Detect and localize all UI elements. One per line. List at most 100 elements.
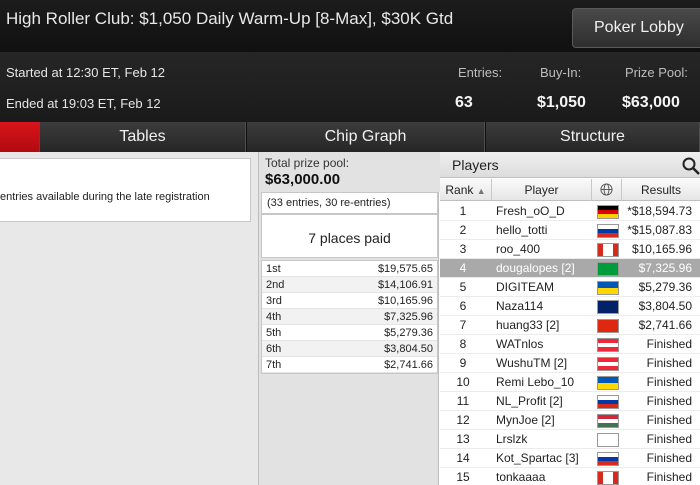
player-row[interactable]: 9 WushuTM [2] Finished (440, 354, 700, 373)
country-flag-icon (597, 395, 619, 409)
country-flag-icon (597, 471, 619, 485)
country-flag-icon (597, 319, 619, 333)
player-row[interactable]: 10 Remi Lebo_10 Finished (440, 373, 700, 392)
search-icon[interactable] (681, 156, 700, 176)
payout-amount: $19,575.65 (377, 263, 433, 275)
player-rank: 14 (456, 451, 470, 465)
player-result: Finished (646, 451, 692, 465)
prize-pool-header: Total prize pool: $63,000.00 (259, 152, 440, 192)
player-row[interactable]: 4 dougalopes [2] $7,325.96 (440, 259, 700, 278)
player-name: Fresh_oO_D (496, 204, 565, 218)
player-row[interactable]: 13 Lrslzk Finished (440, 430, 700, 449)
player-result: $7,325.96 (638, 261, 692, 275)
player-result: *$15,087.83 (627, 223, 692, 237)
prizepool-value: $63,000 (622, 94, 680, 111)
prize-pool-label: Total prize pool: (265, 156, 350, 170)
player-result: $3,804.50 (638, 299, 692, 313)
player-result: *$18,594.73 (627, 204, 692, 218)
player-result: $5,279.36 (638, 280, 692, 294)
prize-pool-pane: Total prize pool: $63,000.00 (33 entries… (258, 152, 440, 485)
player-name: NL_Profit [2] (496, 394, 563, 408)
player-row[interactable]: 3 roo_400 $10,165.96 (440, 240, 700, 259)
player-row[interactable]: 2 hello_totti *$15,087.83 (440, 221, 700, 240)
payout-place: 1st (266, 263, 281, 275)
payout-amount: $3,804.50 (384, 343, 433, 355)
payout-row: 2nd $14,106.91 (262, 277, 437, 293)
player-row[interactable]: 11 NL_Profit [2] Finished (440, 392, 700, 411)
player-name: hello_totti (496, 223, 548, 237)
country-flag-icon (597, 205, 619, 219)
payout-amount: $5,279.36 (384, 327, 433, 339)
player-name: Lrslzk (496, 432, 528, 446)
payout-row: 4th $7,325.96 (262, 309, 437, 325)
sort-ascending-icon: ▲ (476, 186, 486, 196)
player-row[interactable]: 5 DIGITEAM $5,279.36 (440, 278, 700, 297)
payout-place: 2nd (266, 279, 285, 291)
player-rank: 15 (456, 470, 470, 484)
column-results[interactable]: Results (622, 179, 700, 201)
country-flag-icon (597, 452, 619, 466)
players-list: 1 Fresh_oO_D *$18,594.73 2 hello_totti *$15,0… (440, 202, 700, 485)
players-header: Players (440, 152, 700, 178)
country-flag-icon (597, 243, 619, 257)
column-rank[interactable]: Rank ▲ (440, 179, 492, 201)
tab-structure[interactable]: Structure (486, 122, 700, 152)
player-rank: 4 (459, 261, 467, 275)
country-flag-icon (597, 300, 619, 314)
tournament-details-pane: entries available during the late regist… (0, 152, 258, 485)
tournament-title: High Roller Club: $1,050 Daily Warm-Up [… (6, 9, 454, 28)
payout-place: 3rd (266, 295, 282, 307)
entries-label: Entries: (458, 65, 503, 80)
player-row[interactable]: 8 WATnlos Finished (440, 335, 700, 354)
player-rank: 1 (459, 204, 467, 218)
players-title: Players (452, 157, 499, 173)
payout-place: 7th (266, 359, 282, 371)
player-name: roo_400 (496, 242, 541, 256)
players-pane: Players Rank ▲ Player Results 1 Fresh_oO_… (440, 152, 700, 485)
player-row[interactable]: 1 Fresh_oO_D *$18,594.73 (440, 202, 700, 221)
player-name: Naza114 (496, 299, 544, 313)
payout-table: 1st $19,575.65 2nd $14,106.91 3rd $10,16… (261, 260, 438, 374)
title-bar: High Roller Club: $1,050 Daily Warm-Up [… (0, 0, 700, 52)
buyin-label: Buy-In: (540, 65, 582, 80)
player-result: Finished (646, 432, 692, 446)
player-rank: 13 (456, 432, 470, 446)
country-flag-icon (597, 338, 619, 352)
tab-tables[interactable]: Tables (40, 122, 246, 152)
late-registration-note: entries available during the late regist… (0, 158, 251, 222)
column-country[interactable] (592, 179, 622, 201)
player-rank: 6 (459, 299, 467, 313)
player-row[interactable]: 6 Naza114 $3,804.50 (440, 297, 700, 316)
player-row[interactable]: 7 huang33 [2] $2,741.66 (440, 316, 700, 335)
player-result: $10,165.96 (631, 242, 692, 256)
tab-info[interactable] (0, 122, 40, 152)
payout-amount: $2,741.66 (384, 359, 433, 371)
player-row[interactable]: 14 Kot_Spartac [3] Finished (440, 449, 700, 468)
player-row[interactable]: 15 tonkaaaa Finished (440, 468, 700, 485)
player-rank: 10 (456, 375, 470, 389)
globe-icon (600, 183, 613, 196)
player-rank: 5 (459, 280, 467, 294)
column-player[interactable]: Player (492, 179, 592, 201)
player-result: Finished (646, 375, 692, 389)
payout-place: 5th (266, 327, 282, 339)
player-rank: 11 (456, 394, 470, 408)
player-row[interactable]: 12 MynJoe [2] Finished (440, 411, 700, 430)
payout-amount: $7,325.96 (384, 311, 433, 323)
payout-row: 5th $5,279.36 (262, 325, 437, 341)
payout-place: 4th (266, 311, 282, 323)
player-rank: 7 (459, 318, 467, 332)
player-name: MynJoe [2] (496, 413, 555, 427)
player-name: dougalopes [2] (496, 261, 575, 275)
player-name: Remi Lebo_10 (496, 375, 575, 389)
entries-value: 63 (455, 94, 473, 111)
player-result: Finished (646, 394, 692, 408)
tab-chip-graph[interactable]: Chip Graph (247, 122, 485, 152)
player-name: WATnlos (496, 337, 544, 351)
player-rank: 12 (456, 413, 470, 427)
player-result: Finished (646, 470, 692, 484)
poker-lobby-button[interactable]: Poker Lobby (572, 8, 700, 48)
prize-pool-amount: $63,000.00 (265, 171, 341, 188)
late-registration-text: entries available during the late regist… (0, 191, 210, 203)
country-flag-icon (597, 376, 619, 390)
